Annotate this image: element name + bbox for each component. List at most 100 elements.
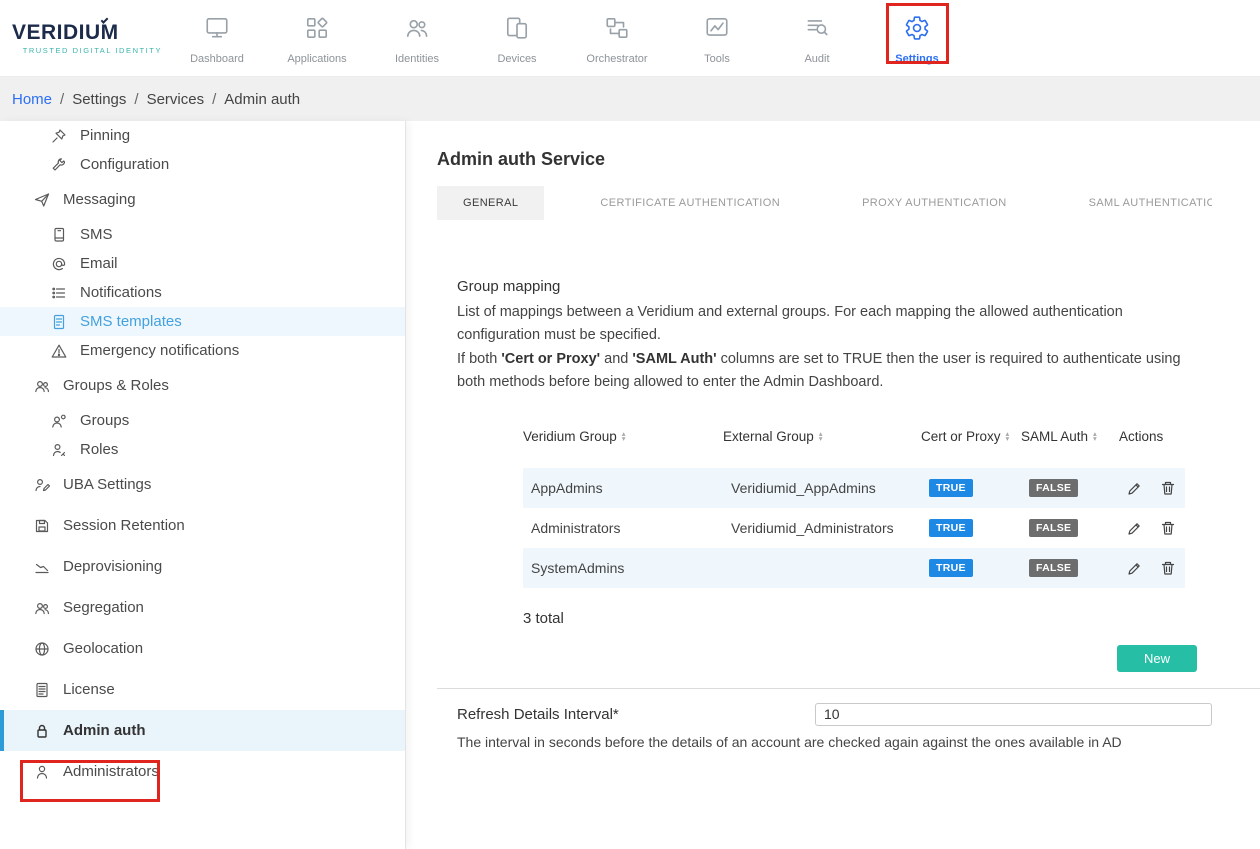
nav-item-devices[interactable]: Devices bbox=[467, 11, 567, 65]
nav-item-orchestrator[interactable]: Orchestrator bbox=[567, 11, 667, 65]
sidebar-item-license[interactable]: License bbox=[0, 669, 405, 710]
license-icon bbox=[33, 681, 50, 698]
sidebar-item-messaging[interactable]: Messaging bbox=[0, 179, 405, 220]
delete-icon[interactable] bbox=[1160, 520, 1176, 536]
breadcrumb-separator: / bbox=[134, 91, 138, 108]
tab-proxy-authentication[interactable]: PROXY AUTHENTICATION bbox=[836, 186, 1033, 220]
section-divider bbox=[437, 688, 1260, 689]
sidebar-item-segregation[interactable]: Segregation bbox=[0, 587, 405, 628]
sidebar-item-label: Groups & Roles bbox=[63, 377, 169, 394]
user-edit-icon bbox=[33, 476, 50, 493]
sidebar-item-uba-settings[interactable]: UBA Settings bbox=[0, 464, 405, 505]
sidebar-item-session-retention[interactable]: Session Retention bbox=[0, 505, 405, 546]
refresh-interval-help: The interval in seconds before the detai… bbox=[457, 734, 1212, 750]
sidebar-item-deprovisioning[interactable]: Deprovisioning bbox=[0, 546, 405, 587]
sidebar-item-notifications[interactable]: Notifications bbox=[0, 278, 405, 307]
sidebar-item-label: Geolocation bbox=[63, 640, 143, 657]
delete-icon[interactable] bbox=[1160, 560, 1176, 576]
sidebar-item-label: Roles bbox=[80, 441, 118, 458]
saml-auth-badge: FALSE bbox=[1029, 519, 1078, 537]
group-mapping-section: Group mapping List of mappings between a… bbox=[437, 278, 1212, 672]
row-actions bbox=[1119, 480, 1185, 496]
tab-general[interactable]: GENERAL bbox=[437, 186, 544, 220]
logo-title: VERIDIUM bbox=[12, 21, 162, 45]
group-mapping-table: Veridium Group ▴▾ External Group ▴▾ Cert… bbox=[523, 421, 1185, 588]
nav-item-identities[interactable]: Identities bbox=[367, 11, 467, 65]
nav-item-audit[interactable]: Audit bbox=[767, 11, 867, 65]
column-header-saml-auth[interactable]: SAML Auth ▴▾ bbox=[1021, 429, 1119, 444]
breadcrumb-settings[interactable]: Settings bbox=[72, 91, 126, 108]
column-header-label: Cert or Proxy bbox=[921, 429, 1001, 444]
note-bold-saml-auth: 'SAML Auth' bbox=[632, 351, 716, 367]
sidebar-item-administrators[interactable]: Administrators bbox=[0, 751, 405, 792]
nav-item-label: Audit bbox=[804, 53, 829, 65]
tab-certificate-authentication[interactable]: CERTIFICATE AUTHENTICATION bbox=[574, 186, 806, 220]
gear-icon bbox=[904, 15, 930, 46]
column-header-veridium-group[interactable]: Veridium Group ▴▾ bbox=[523, 429, 723, 444]
sidebar-item-configuration[interactable]: Configuration bbox=[0, 150, 405, 179]
sort-icon: ▴▾ bbox=[819, 431, 823, 441]
edit-icon[interactable] bbox=[1127, 560, 1143, 576]
sidebar-item-sms-templates[interactable]: SMS templates bbox=[0, 307, 405, 336]
table-row: AppAdmins Veridiumid_AppAdmins TRUE FALS… bbox=[523, 468, 1185, 508]
sidebar-item-label: SMS templates bbox=[80, 313, 182, 330]
sidebar-item-label: Emergency notifications bbox=[80, 342, 239, 359]
roles-icon bbox=[50, 441, 67, 458]
wrench-icon bbox=[50, 156, 67, 173]
sidebar-item-admin-auth[interactable]: Admin auth bbox=[0, 710, 405, 751]
saml-auth-badge: FALSE bbox=[1029, 559, 1078, 577]
logo-tagline: TRUSTED DIGITAL IDENTITY bbox=[12, 46, 162, 55]
new-button-row: New bbox=[457, 645, 1212, 672]
page-title: Admin auth Service bbox=[437, 149, 1212, 170]
pin-icon bbox=[50, 127, 67, 144]
nav-item-tools[interactable]: Tools bbox=[667, 11, 767, 65]
nav-item-settings[interactable]: Settings bbox=[867, 11, 967, 65]
sms-icon bbox=[50, 226, 67, 243]
sort-icon: ▴▾ bbox=[1006, 431, 1010, 441]
nav-item-applications[interactable]: Applications bbox=[267, 11, 367, 65]
sidebar-item-emergency-notifications[interactable]: Emergency notifications bbox=[0, 336, 405, 365]
row-actions bbox=[1119, 520, 1185, 536]
cell-veridium-group: Administrators bbox=[523, 520, 723, 536]
edit-icon[interactable] bbox=[1127, 480, 1143, 496]
column-header-external-group[interactable]: External Group ▴▾ bbox=[723, 429, 921, 444]
sidebar-item-roles[interactable]: Roles bbox=[0, 435, 405, 464]
column-header-cert-or-proxy[interactable]: Cert or Proxy ▴▾ bbox=[921, 429, 1021, 444]
veridium-logo: VERIDIUM TRUSTED DIGITAL IDENTITY bbox=[12, 21, 162, 55]
sidebar-item-pinning[interactable]: Pinning bbox=[0, 121, 405, 150]
row-actions bbox=[1119, 560, 1185, 576]
tab-saml-authentication[interactable]: SAML AUTHENTICATION bbox=[1063, 186, 1212, 220]
main-panel: Admin auth Service GENERAL CERTIFICATE A… bbox=[406, 121, 1260, 849]
sidebar-item-geolocation[interactable]: Geolocation bbox=[0, 628, 405, 669]
edit-icon[interactable] bbox=[1127, 520, 1143, 536]
breadcrumb-home[interactable]: Home bbox=[12, 91, 52, 108]
nav-item-label: Orchestrator bbox=[586, 53, 647, 65]
column-header-label: External Group bbox=[723, 429, 814, 444]
breadcrumb: Home / Settings / Services / Admin auth bbox=[0, 77, 1260, 121]
breadcrumb-services[interactable]: Services bbox=[147, 91, 205, 108]
refresh-interval-label: Refresh Details Interval* bbox=[457, 706, 815, 723]
column-header-label: SAML Auth bbox=[1021, 429, 1088, 444]
lock-icon bbox=[33, 722, 50, 739]
sidebar-item-label: Admin auth bbox=[63, 722, 146, 739]
breadcrumb-admin-auth: Admin auth bbox=[224, 91, 300, 108]
nav-item-label: Settings bbox=[895, 53, 938, 65]
sidebar-item-label: Configuration bbox=[80, 156, 169, 173]
service-tabs: GENERAL CERTIFICATE AUTHENTICATION PROXY… bbox=[437, 186, 1212, 220]
nav-item-dashboard[interactable]: Dashboard bbox=[167, 11, 267, 65]
sidebar-item-sms[interactable]: SMS bbox=[0, 220, 405, 249]
group-mapping-note: If both 'Cert or Proxy' and 'SAML Auth' … bbox=[457, 348, 1209, 395]
sidebar-item-email[interactable]: Email bbox=[0, 249, 405, 278]
note-bold-cert-or-proxy: 'Cert or Proxy' bbox=[501, 351, 600, 367]
new-button[interactable]: New bbox=[1117, 645, 1197, 672]
column-header-label: Veridium Group bbox=[523, 429, 617, 444]
sidebar-item-groups-roles[interactable]: Groups & Roles bbox=[0, 365, 405, 406]
sidebar-item-label: UBA Settings bbox=[63, 476, 151, 493]
refresh-interval-input[interactable] bbox=[815, 703, 1212, 726]
sidebar-item-groups[interactable]: Groups bbox=[0, 406, 405, 435]
top-navbar: VERIDIUM TRUSTED DIGITAL IDENTITY Dashbo… bbox=[0, 0, 1260, 77]
delete-icon[interactable] bbox=[1160, 480, 1176, 496]
nav-item-label: Tools bbox=[704, 53, 730, 65]
applications-icon bbox=[304, 15, 330, 46]
warning-icon bbox=[50, 342, 67, 359]
